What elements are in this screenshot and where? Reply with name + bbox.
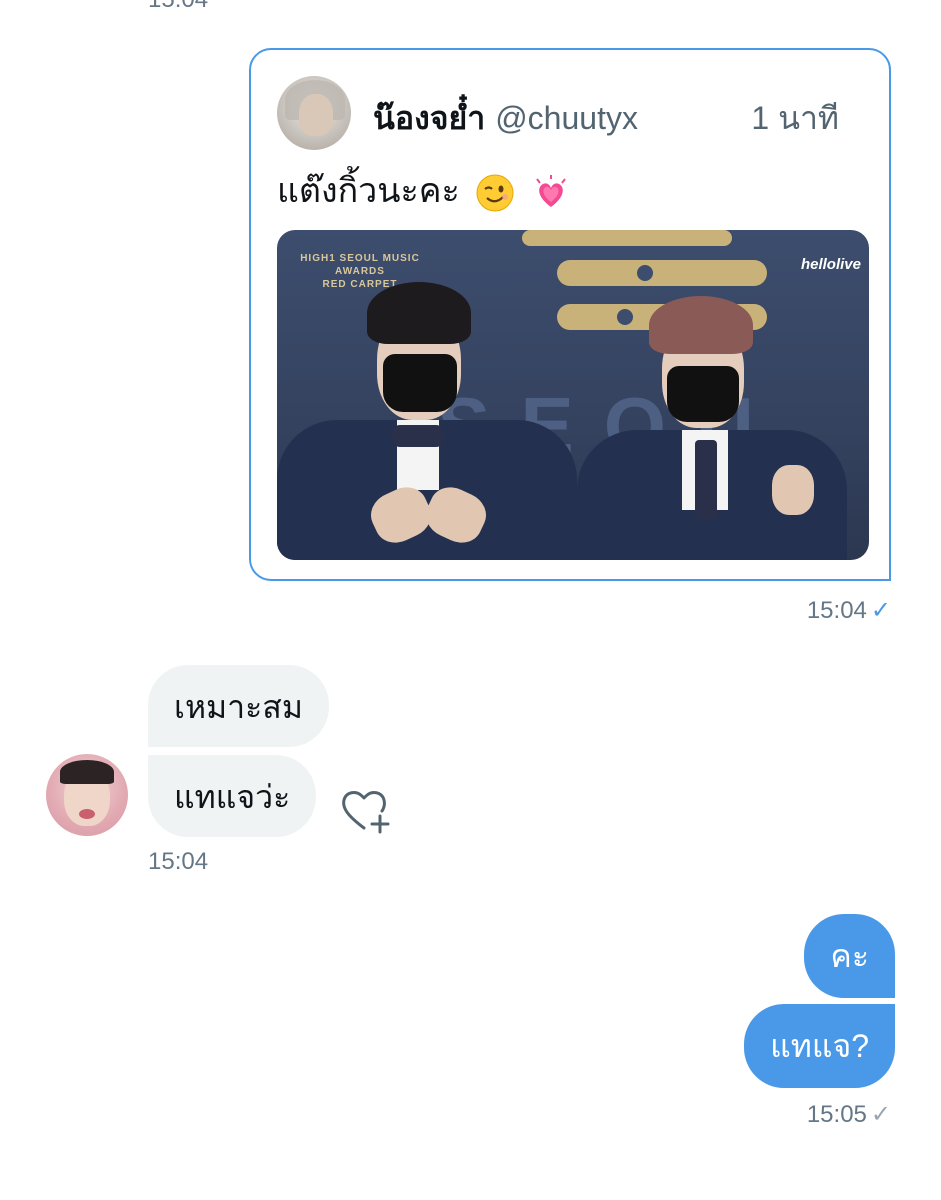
tweet-author-line: น๊องจย๋ำ @chuutyx bbox=[373, 98, 638, 138]
message-timestamp: 15:04 ✓ bbox=[807, 596, 891, 625]
dm-conversation: 15:04 น๊องจย๋ำ @chuutyx 1 นาที แต๊งกิ้วนะ… bbox=[0, 0, 941, 1200]
outgoing-message-bubble[interactable]: แทแจ? bbox=[744, 1004, 895, 1088]
timestamp-text: 15:05 bbox=[806, 1101, 867, 1128]
wink-emoji-icon bbox=[476, 174, 514, 212]
message-timestamp: 15:05 ✓ bbox=[807, 1100, 891, 1129]
tweet-text-content: แต๊งกิ้วนะคะ bbox=[277, 172, 460, 210]
tweet-author-name[interactable]: น๊องจย๋ำ bbox=[373, 100, 485, 136]
incoming-message-bubble[interactable]: เหมาะสม bbox=[148, 665, 329, 747]
tweet-media-image[interactable]: HIGH1 SEOUL MUSIC AWARDS RED CARPET hell… bbox=[277, 230, 869, 560]
check-icon: ✓ bbox=[870, 597, 891, 624]
sender-avatar[interactable] bbox=[46, 754, 128, 836]
tweet-author-handle[interactable]: @chuutyx bbox=[495, 100, 638, 136]
tweet-author-avatar[interactable] bbox=[277, 76, 351, 150]
timestamp-text: 15:04 bbox=[806, 597, 867, 624]
check-icon: ✓ bbox=[870, 1101, 891, 1128]
media-watermark: hellolive bbox=[800, 256, 861, 273]
tweet-text: แต๊งกิ้วนะคะ bbox=[277, 170, 571, 213]
growing-heart-emoji-icon bbox=[535, 175, 566, 208]
message-timestamp: 15:04 bbox=[148, 848, 209, 875]
shared-tweet-card[interactable]: น๊องจย๋ำ @chuutyx 1 นาที แต๊งกิ้วนะคะ HIG… bbox=[249, 48, 891, 581]
heart-add-icon[interactable] bbox=[340, 786, 396, 836]
media-overlay-title: HIGH1 SEOUL MUSIC AWARDS bbox=[300, 253, 420, 277]
outgoing-message-bubble[interactable]: คะ bbox=[804, 914, 895, 998]
incoming-message-bubble[interactable]: แทแจว่ะ bbox=[148, 755, 317, 837]
tweet-relative-time: 1 นาที bbox=[751, 100, 839, 136]
message-timestamp: 15:04 bbox=[148, 0, 208, 14]
